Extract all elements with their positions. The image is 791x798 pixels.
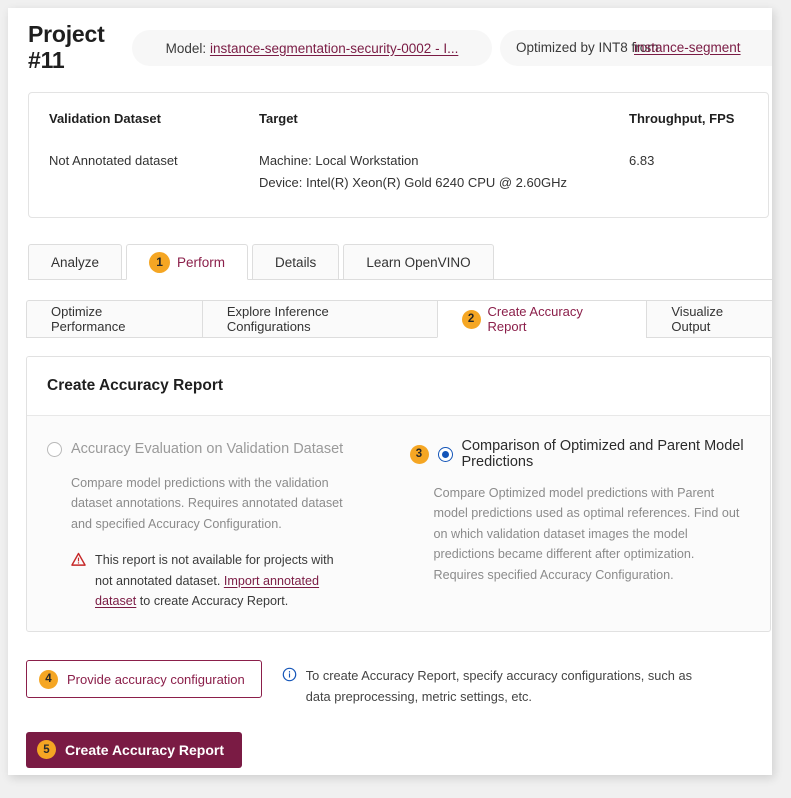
accuracy-config-row: 4 Provide accuracy configuration To crea… [26,660,771,707]
model-pill: Model: instance-segmentation-security-00… [132,30,492,66]
provide-accuracy-configuration-label: Provide accuracy configuration [67,671,245,687]
subtab-visualize-output[interactable]: Visualize Output [646,300,772,338]
throughput-header: Throughput, FPS [629,110,735,126]
summary-target: Target Machine: Local Workstation Device… [259,111,629,196]
option-accuracy-evaluation[interactable]: Accuracy Evaluation on Validation Datase… [47,438,388,611]
optimized-from-pill: Optimized by INT8 from instance-segment [500,30,772,66]
panel-title: Create Accuracy Report [27,357,770,416]
not-annotated-warning: This report is not available for project… [47,550,347,611]
subtab-explore-inference-configurations[interactable]: Explore Inference Configurations [201,300,437,338]
accuracy-config-hint: To create Accuracy Report, specify accur… [282,660,702,707]
summary-validation-dataset: Validation Dataset Not Annotated dataset [49,111,259,196]
subtab-create-accuracy-report-label: Create Accuracy Report [487,304,583,334]
option-comparison-predictions-label: Comparison of Optimized and Parent Model… [461,438,744,470]
page-title: Project #11 [28,21,105,73]
create-accuracy-report-button[interactable]: 5 Create Accuracy Report [26,731,242,768]
summary-card: Validation Dataset Not Annotated dataset… [28,91,769,218]
step-badge-5: 5 [37,740,56,760]
option-comparison-predictions[interactable]: 3 Comparison of Optimized and Parent Mod… [409,438,751,611]
model-name-link[interactable]: instance-segmentation-security-0002 - I.… [210,41,458,56]
subtab-optimize-performance-label: Optimize Performance [51,304,126,334]
subtab-create-accuracy-report[interactable]: 2 Create Accuracy Report [436,300,647,338]
warning-triangle-icon [71,552,86,611]
tab-learn-openvino-label: Learn OpenVINO [366,254,471,270]
target-machine-value: Machine: Local Workstation [259,152,419,168]
summary-throughput: Throughput, FPS 6.83 [629,111,748,196]
option-accuracy-evaluation-label: Accuracy Evaluation on Validation Datase… [71,441,344,457]
secondary-tabbar: Optimize Performance Explore Inference C… [8,300,772,338]
primary-tabbar: Analyze 1 Perform Details Learn OpenVINO [8,244,772,280]
step-badge-1: 1 [149,251,171,273]
provide-accuracy-configuration-button[interactable]: 4 Provide accuracy configuration [26,660,262,699]
tab-details[interactable]: Details [252,244,340,280]
tab-learn-openvino[interactable]: Learn OpenVINO [343,244,494,280]
target-device-value: Device: Intel(R) Xeon(R) Gold 6240 CPU @… [259,175,567,191]
tab-perform-label: Perform [177,254,226,270]
optimized-by-label: Optimized by INT8 from [516,39,659,55]
tab-details-label: Details [275,254,317,270]
step-badge-2: 2 [461,309,481,329]
subtab-explore-inference-configurations-label: Explore Inference Configurations [226,304,329,334]
validation-dataset-header: Validation Dataset [49,110,161,126]
target-header: Target [259,110,298,126]
info-circle-icon [282,667,297,707]
validation-dataset-value: Not Annotated dataset [49,152,178,168]
option-accuracy-evaluation-description: Compare model predictions with the valid… [71,476,343,531]
model-prefix-label: Model: [165,40,207,56]
radio-comparison-predictions[interactable] [437,446,453,462]
option-comparison-predictions-description: Compare Optimized model predictions with… [433,486,740,582]
create-accuracy-report-panel: Create Accuracy Report Accuracy Evaluati… [26,356,771,633]
subtab-optimize-performance[interactable]: Optimize Performance [26,300,202,338]
parent-model-link[interactable]: instance-segment [634,40,741,57]
accuracy-config-hint-text: To create Accuracy Report, specify accur… [305,668,692,705]
app-window: Project #11 Model: instance-segmentation… [8,8,772,775]
create-accuracy-report-button-label: Create Accuracy Report [65,741,224,758]
tab-perform[interactable]: 1 Perform [126,244,249,280]
app-content: Project #11 Model: instance-segmentation… [8,8,772,775]
warning-text-after: to create Accuracy Report. [136,593,289,608]
step-badge-4: 4 [39,669,58,689]
throughput-value: 6.83 [629,152,655,168]
step-badge-3: 3 [409,444,429,464]
radio-accuracy-evaluation[interactable] [47,441,62,457]
page-header: Project #11 Model: instance-segmentation… [8,8,772,74]
tab-analyze-label: Analyze [51,254,100,270]
subtab-visualize-output-label: Visualize Output [671,304,724,334]
tab-analyze[interactable]: Analyze [28,244,123,280]
